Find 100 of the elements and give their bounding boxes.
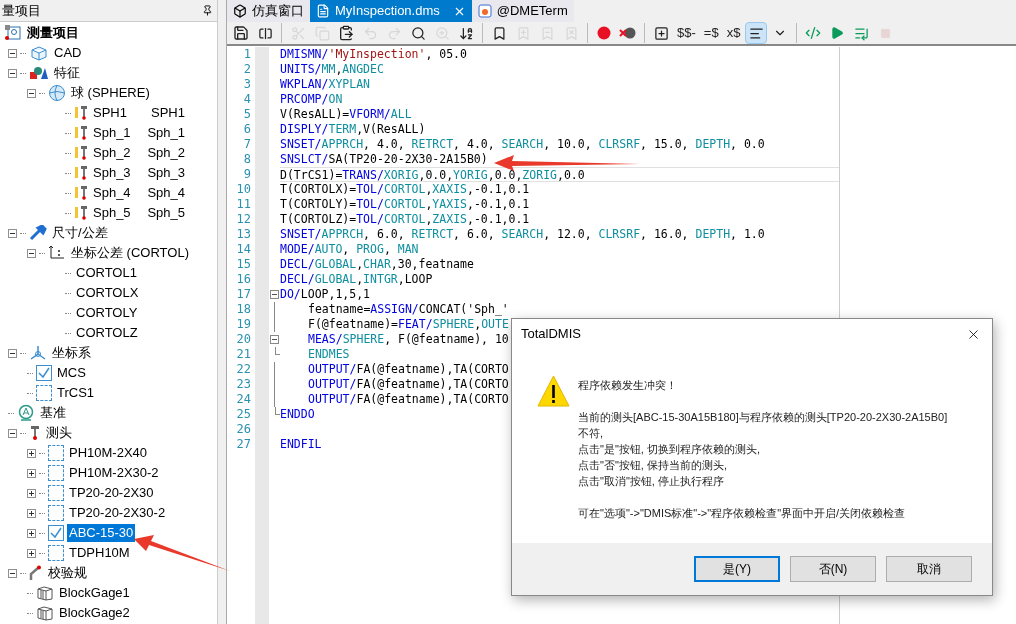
expand-toggle-icon[interactable] [27,508,36,518]
tree-item[interactable]: TP20-20-2X30-2 [67,504,168,522]
toolbar-button[interactable]: =$ [700,22,722,44]
collapse-toggle-icon[interactable] [8,68,17,78]
collapse-toggle-icon[interactable] [8,568,17,578]
dialog-button[interactable]: 是(Y) [694,556,780,582]
tree-item[interactable]: Sph_5 [91,204,133,222]
checkbox[interactable] [48,485,64,501]
tree-item[interactable]: CAD [52,44,84,62]
collapse-toggle-icon[interactable] [8,428,17,438]
fold-toggle-icon[interactable] [270,290,279,299]
collapse-toggle-icon[interactable] [8,48,17,58]
checkbox[interactable] [48,505,64,521]
line-number: 27 [236,437,251,452]
tree-item[interactable]: 基准 [38,404,68,422]
align-icon[interactable] [745,22,768,44]
tree-item[interactable]: PH10M-2X30-2 [67,464,161,482]
code-line: WKPLAN/XYPLAN [280,77,370,92]
pin-icon[interactable] [202,5,213,16]
tree-item[interactable]: Sph_2 [91,144,133,162]
checkbox[interactable] [36,365,52,381]
editor-tab[interactable]: 仿真窗口 [227,0,310,22]
code-line: OUTPUT/FA(@featname),TA(CORTO [307,362,509,377]
tree-item[interactable]: CORTOLZ [74,324,140,342]
tree-item[interactable]: CORTOLX [74,284,141,302]
code-line: DMISMN/'MyInspection', 05.0 [280,47,467,62]
probe-point-icon [74,145,88,161]
tree-item[interactable]: BlockGage1 [57,584,132,602]
line-number: 1 [243,47,251,62]
axes-icon [48,245,66,261]
dialog-message: 点击"取消"按钮, 停止执行程序 [578,474,725,489]
tree-item[interactable]: ABC-15-30 [67,524,136,542]
checkbox[interactable] [48,445,64,461]
tree-item[interactable]: 校验规 [46,564,89,582]
checkbox[interactable] [48,545,64,561]
tree-item[interactable]: MCS [55,364,88,382]
code-line: ENDDO [280,407,315,422]
code-line: DISPLY/TERM,V(ResALL) [280,122,426,137]
tree-connector-line [65,112,71,114]
gauge-block-icon [36,585,54,601]
tree-item[interactable]: 坐标公差 (CORTOL) [69,244,191,262]
line-number: 3 [243,77,251,92]
dialog-note: 可在"选项"->"DMIS标准"->"程序依赖检查"界面中开启/关闭依赖检查 [578,506,907,521]
dialog-button[interactable]: 取消 [886,556,972,582]
expand-toggle-icon[interactable] [27,488,36,498]
tree-item[interactable]: 测量项目 [25,24,81,42]
tree-item[interactable]: 坐标系 [50,344,93,362]
probe-point-icon [74,125,88,141]
tree-item[interactable]: SPH1 [91,104,129,122]
collapse-toggle-icon[interactable] [27,88,36,98]
current-line: D(TrCS1)=TRANS/XORIG,0.0,YORIG,0.0,ZORIG,0.0 [280,167,839,182]
tree-item[interactable]: Sph_3 [91,164,133,182]
tree-item[interactable]: TDPH10M [67,544,132,562]
tree-item[interactable]: 特征 [52,64,82,82]
code-line: T(CORTOLY)=TOL/CORTOL,YAXIS,-0.1,0.1 [280,197,530,212]
tree-item-alias: SPH1 [151,104,185,123]
cube-icon [29,45,49,61]
dialog-message: 当前的测头[ABC-15-30A15B180]与程序依赖的测头[TP20-20-2X30-2A15B0] [578,410,948,425]
fold-toggle-icon[interactable] [270,335,279,344]
tree-item[interactable]: CORTOL1 [74,264,139,282]
probe-point-icon [74,205,88,221]
tree-connector-line [39,552,45,554]
tree-item[interactable]: CORTOLY [74,304,140,322]
tree-connector-line [39,512,45,514]
dialog-button[interactable]: 否(N) [790,556,876,582]
tree-item-alias: Sph_1 [147,124,185,143]
code-line: DO/LOOP,1,5,1 [280,287,371,302]
collapse-toggle-icon[interactable] [27,248,36,258]
expand-toggle-icon[interactable] [27,528,36,538]
tree-item[interactable]: Sph_4 [91,184,133,202]
code-line: OUTPUT/FA(@featname),TA(CORTO [307,392,509,407]
editor-tab[interactable]: MyInspection.dms [310,0,472,22]
checkbox[interactable] [48,525,64,541]
probe-icon [29,425,41,441]
collapse-toggle-icon[interactable] [8,228,17,238]
tree-item[interactable]: TP20-20-2X30 [67,484,156,502]
code-line: DECL/GLOBAL,INTGR,LOOP [280,272,433,287]
tree-item[interactable]: PH10M-2X40 [67,444,150,462]
toolbar-button[interactable]: x$ [723,22,744,44]
expand-toggle-icon[interactable] [27,548,36,558]
tree-item[interactable]: 测头 [44,424,74,442]
expand-toggle-icon[interactable] [27,448,36,458]
tree-item[interactable]: 球 (SPHERE) [69,84,152,102]
tree-item-alias: Sph_5 [147,204,185,223]
checkbox[interactable] [36,385,52,401]
line-number: 20 [236,332,251,347]
checkbox[interactable] [48,465,64,481]
collapse-toggle-icon[interactable] [8,348,17,358]
document-icon [316,4,330,18]
expand-toggle-icon[interactable] [27,468,36,478]
tree-item[interactable]: Sph_1 [91,124,133,142]
code-line: PRCOMP/ON [280,92,343,107]
tree-item[interactable]: TrCS1 [55,384,97,402]
tree-connector-line [27,392,33,394]
tree-connector-line [65,192,71,194]
editor-tab[interactable]: @DMETerm [471,0,574,22]
tree-item[interactable]: 尺寸/公差 [50,224,110,242]
toolbar-button[interactable]: $$- [674,22,699,44]
tree-item[interactable]: BlockGage2 [57,604,132,622]
tree-connector-line [65,172,71,174]
